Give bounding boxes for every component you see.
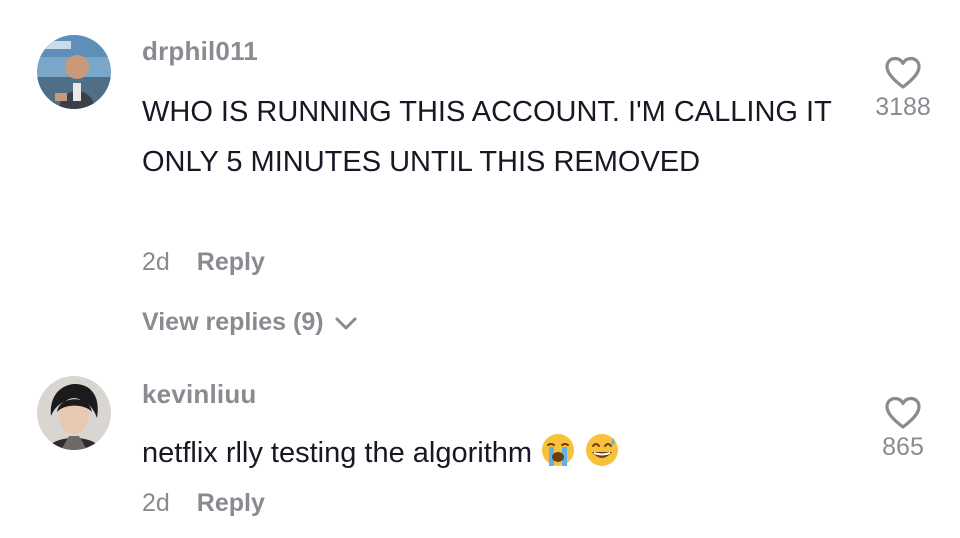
comment-timestamp: 2d xyxy=(142,248,170,276)
comment-timestamp: 2d xyxy=(142,489,170,517)
comment-text: WHO IS RUNNING THIS ACCOUNT. I'M CALLING… xyxy=(142,96,832,178)
comment-meta: 2d Reply xyxy=(142,248,265,277)
chevron-down-icon xyxy=(335,317,357,330)
like-count: 865 xyxy=(882,433,924,461)
view-replies-label: View replies (9) xyxy=(142,308,324,336)
comment-username[interactable]: kevinliuu xyxy=(142,379,257,410)
grinning-sweat-face-emoji xyxy=(586,434,619,466)
comment-text-body: netflix rlly testing the algorithm xyxy=(142,437,533,469)
like-count: 3188 xyxy=(875,93,931,121)
avatar[interactable] xyxy=(37,35,111,109)
reply-button[interactable]: Reply xyxy=(197,489,265,518)
loudly-crying-face-emoji xyxy=(542,434,575,466)
comment-meta: 2d Reply xyxy=(142,489,265,518)
like-button[interactable]: 865 xyxy=(858,395,948,462)
comments-panel: drphil011 WHO IS RUNNING THIS ACCOUNT. I… xyxy=(0,0,960,538)
view-replies-button[interactable]: View replies (9) xyxy=(142,308,359,337)
reply-button[interactable]: Reply xyxy=(197,248,265,277)
like-button[interactable]: 3188 xyxy=(858,55,948,122)
comment-username[interactable]: drphil011 xyxy=(142,36,258,67)
heart-icon xyxy=(885,396,921,429)
comment-text: netflix rlly testing the algorithm xyxy=(142,428,842,478)
heart-icon xyxy=(885,56,921,89)
avatar[interactable] xyxy=(37,376,111,450)
